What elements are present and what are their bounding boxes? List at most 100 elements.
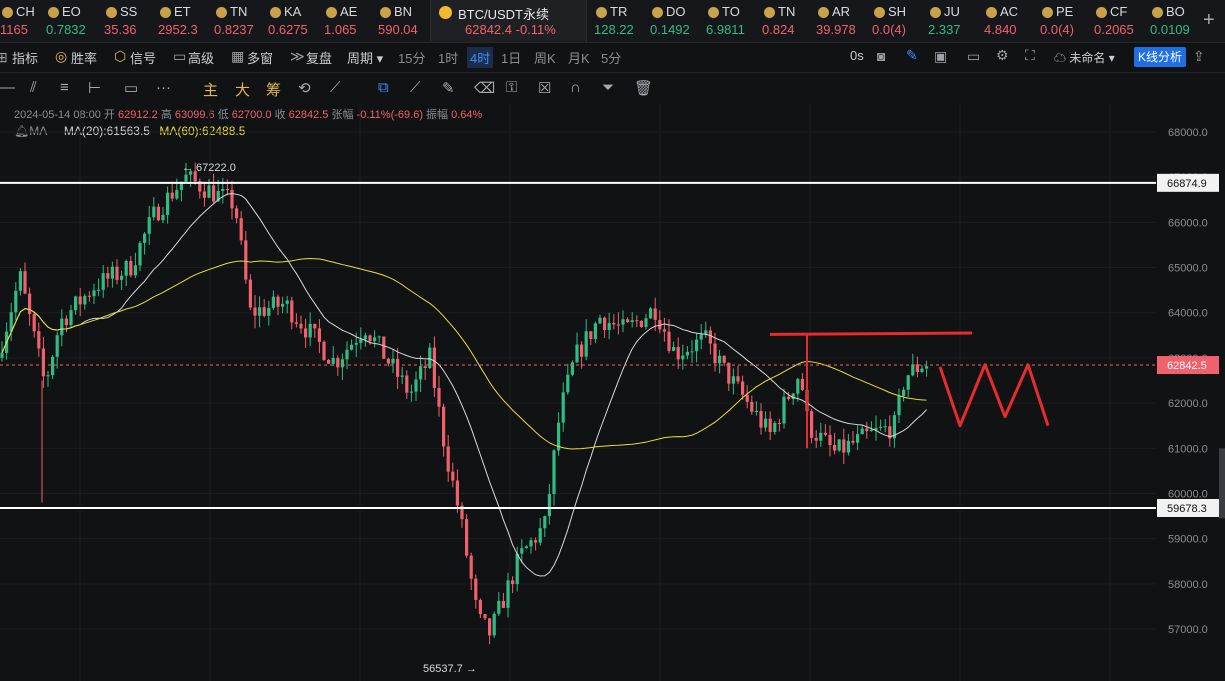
trash-icon[interactable]: 🗑	[634, 79, 653, 97]
interval-1mo[interactable]: 月K	[568, 48, 590, 67]
candle-body	[340, 359, 344, 368]
add-tab-icon[interactable]: +	[1203, 9, 1215, 32]
ticker-item[interactable]: SS 35.36	[104, 0, 160, 42]
candle	[506, 572, 510, 618]
candle-body	[308, 323, 312, 338]
candle-body	[515, 553, 519, 585]
interval-1w[interactable]: 周K	[534, 48, 556, 67]
line-tool-icon[interactable]: —	[0, 79, 15, 96]
ticker-item[interactable]: BO 0.0109	[1150, 0, 1206, 42]
indicators-button[interactable]: 指标	[12, 48, 38, 67]
interval-15m[interactable]: 15分	[398, 48, 425, 67]
tab-btc-usdt[interactable]: BTC/USDT永续 62842.4 -0.11%	[430, 0, 587, 42]
fullscreen-icon[interactable]: ⛶	[1025, 47, 1035, 64]
candle	[152, 197, 156, 221]
interval-1h[interactable]: 1时	[438, 48, 458, 67]
filter-icon[interactable]: ⏷	[602, 79, 614, 96]
kline-analysis-button[interactable]: K线分析	[1134, 47, 1186, 67]
big-order-button[interactable]: 大	[235, 79, 250, 100]
cycle-icon[interactable]: ⟲	[298, 79, 311, 97]
candle-body	[120, 275, 124, 280]
interval-4h[interactable]: 4时	[467, 47, 494, 68]
ticker-item[interactable]: AE 1.065	[324, 0, 380, 42]
kline-chart[interactable]: ← 67222.0 56537.7 → 57000.0 58000.0 59000.0 6…	[0, 104, 1225, 681]
ruler-icon[interactable]: ⟋	[410, 79, 421, 96]
candle-body	[833, 444, 837, 451]
candle-body	[906, 375, 910, 390]
magnet-icon[interactable]: ∩	[570, 79, 581, 96]
candle-body	[437, 387, 441, 407]
candle-body	[488, 618, 492, 636]
signal-button[interactable]: 信号	[130, 48, 156, 67]
candle	[230, 180, 234, 220]
ticker-item[interactable]: TO 6.9811	[706, 0, 762, 42]
cross-icon[interactable]: ☒	[538, 79, 551, 97]
ticker-item[interactable]: BN 590.04	[378, 0, 434, 42]
share-icon[interactable]: ⇪	[1193, 48, 1205, 65]
window-icon[interactable]: ▭	[967, 48, 980, 65]
eraser-icon[interactable]: ⌫	[474, 79, 495, 97]
settings-icon[interactable]: ⚙	[996, 47, 1009, 64]
lock-icon[interactable]: ⚿	[506, 79, 517, 96]
main-force-button[interactable]: 主	[203, 79, 218, 100]
fib-tool-icon[interactable]: ⊢	[88, 79, 101, 97]
candle	[405, 370, 409, 399]
ticker-item[interactable]: ET 2952.3	[158, 0, 214, 42]
ticker-item[interactable]: TR 128.22	[594, 0, 650, 42]
candle-body	[409, 391, 413, 393]
ticker-item[interactable]: PE 0.0(4)	[1040, 0, 1096, 42]
candle-body	[51, 356, 55, 376]
candle	[837, 438, 841, 452]
coin-icon	[326, 7, 337, 18]
rect-tool-icon[interactable]: ▭	[124, 79, 138, 97]
template-icon[interactable]: ▣	[934, 48, 947, 65]
ticker-item[interactable]: AR 39.978	[816, 0, 872, 42]
ticker-price: 1165	[0, 22, 28, 37]
replay-button[interactable]: 复盘	[306, 48, 332, 67]
ticker-item[interactable]: TN 0.824	[762, 0, 818, 42]
edit-icon[interactable]: ✎	[906, 47, 918, 64]
candle-body	[115, 266, 119, 280]
candle	[851, 431, 855, 446]
coin-icon	[2, 7, 13, 18]
ticker-item[interactable]: EO 0.7832	[46, 0, 102, 42]
ray-tool-icon[interactable]: ⫽	[30, 79, 37, 96]
more-tools-icon[interactable]: ···	[156, 79, 171, 96]
ticker-item[interactable]: KA 0.6275	[268, 0, 324, 42]
red-annotation-line	[769, 331, 973, 336]
ticker-item[interactable]: TN 0.8237	[214, 0, 270, 42]
candle-body	[267, 307, 271, 316]
camera-icon[interactable]: ◙	[877, 48, 885, 64]
interval-1d[interactable]: 1日	[501, 48, 521, 67]
layout-name-dropdown[interactable]: ☁ 未命名 ▾	[1054, 49, 1115, 66]
candle	[833, 432, 837, 455]
period-dropdown[interactable]: 周期 ▾	[347, 48, 383, 67]
copy-icon[interactable]: ⧉	[378, 79, 389, 96]
parallel-tool-icon[interactable]: ≡	[60, 79, 69, 96]
candle	[400, 367, 404, 385]
candle-body	[856, 434, 860, 443]
ticker-item[interactable]: AC 4.840	[984, 0, 1040, 42]
ticker-bar: CH 1165 EO 0.7832 SS 35.36 ET 2952.3 TN 0.8237 KA 0…	[0, 0, 1225, 43]
candle	[497, 592, 501, 616]
candle-body	[819, 432, 823, 441]
ticker-price: 0.0(4)	[1040, 22, 1074, 37]
candle	[842, 428, 846, 464]
winrate-button[interactable]: 胜率	[71, 48, 97, 67]
ticker-item[interactable]: JU 2.337	[928, 0, 984, 42]
candle-body	[883, 426, 887, 428]
interval-5m[interactable]: 5分	[601, 48, 621, 67]
candle-body	[736, 376, 740, 382]
ticker-item[interactable]: CF 0.2065	[1094, 0, 1150, 42]
advanced-button[interactable]: 高级	[188, 48, 214, 67]
tool-icon[interactable]: ⊞	[0, 49, 8, 66]
candle-body	[143, 233, 147, 243]
brush-icon[interactable]: ⟋	[330, 79, 341, 96]
chip-button[interactable]: 筹	[266, 79, 281, 100]
multi-window-button[interactable]: 多窗	[247, 48, 273, 67]
ticker-item[interactable]: DO 0.1492	[650, 0, 706, 42]
pen-icon[interactable]: ✎	[442, 79, 455, 97]
candle	[432, 336, 436, 397]
ticker-item[interactable]: SH 0.0(4)	[872, 0, 928, 42]
candle-body	[616, 324, 620, 326]
